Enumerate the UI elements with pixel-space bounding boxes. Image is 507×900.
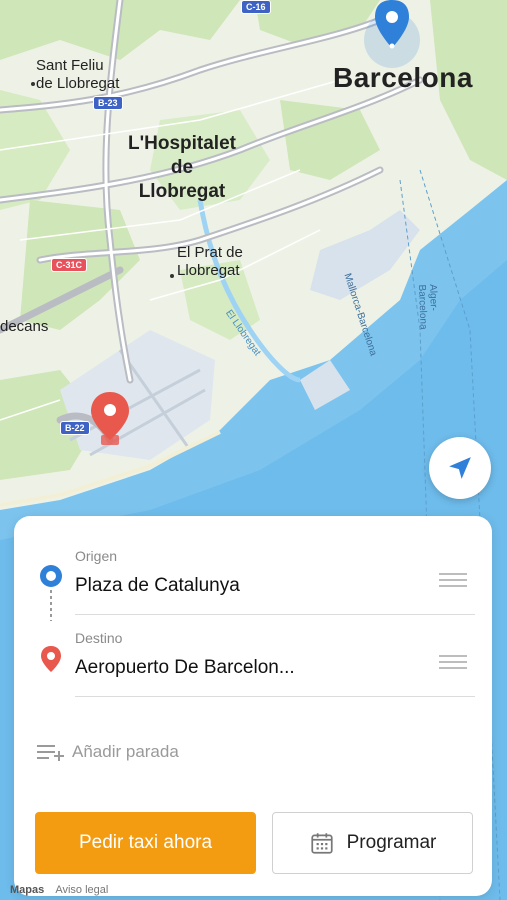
schedule-label: Programar xyxy=(346,832,437,853)
divider xyxy=(75,696,475,697)
add-stop-label: Añadir parada xyxy=(72,742,179,761)
origin-drag-handle-icon[interactable] xyxy=(439,573,467,587)
schedule-button[interactable]: Programar xyxy=(272,812,473,874)
maps-attribution-label: Mapas xyxy=(10,884,45,896)
legal-notice-link[interactable]: Aviso legal xyxy=(55,884,108,896)
origin-field[interactable]: Plaza de Catalunya xyxy=(75,575,240,597)
ferry-label-alger: Alger-Barcelona xyxy=(416,284,439,330)
origin-label: Origen xyxy=(75,548,118,564)
divider xyxy=(75,614,475,615)
navigation-arrow-icon xyxy=(449,457,471,479)
request-taxi-now-button[interactable]: Pedir taxi ahora xyxy=(35,812,256,874)
add-stop-button[interactable]: Añadir parada xyxy=(36,741,179,763)
city-label-barcelona: Barcelona xyxy=(333,62,473,93)
map-attribution: Mapas Aviso legal xyxy=(10,884,108,896)
origin-pin-icon xyxy=(40,565,62,621)
trip-panel: Origen Plaza de Catalunya Destino Aeropu… xyxy=(14,516,492,896)
city-label-hospitalet: L'Hospitalet de Llobregat xyxy=(128,133,236,202)
city-label-el-prat: El Prat de Llobregat xyxy=(177,244,243,279)
add-stop-icon xyxy=(37,745,64,761)
destination-drag-handle-icon[interactable] xyxy=(439,655,467,669)
locate-me-button[interactable] xyxy=(429,437,491,499)
city-label-sant-feliu: Sant Feliu de Llobregat xyxy=(36,57,120,92)
road-badge-b22: B-22 xyxy=(60,421,90,435)
city-label-castelldefels: decans xyxy=(0,318,49,335)
destination-pin-icon xyxy=(41,646,61,672)
road-badge-b23: B-23 xyxy=(93,96,123,110)
road-badge-c16: C-16 xyxy=(241,0,271,14)
calendar-icon xyxy=(311,833,333,854)
road-badge-c31c: C-31C xyxy=(51,258,88,272)
destination-label: Destino xyxy=(75,630,123,646)
destination-field[interactable]: Aeropuerto De Barcelon... xyxy=(75,657,295,679)
